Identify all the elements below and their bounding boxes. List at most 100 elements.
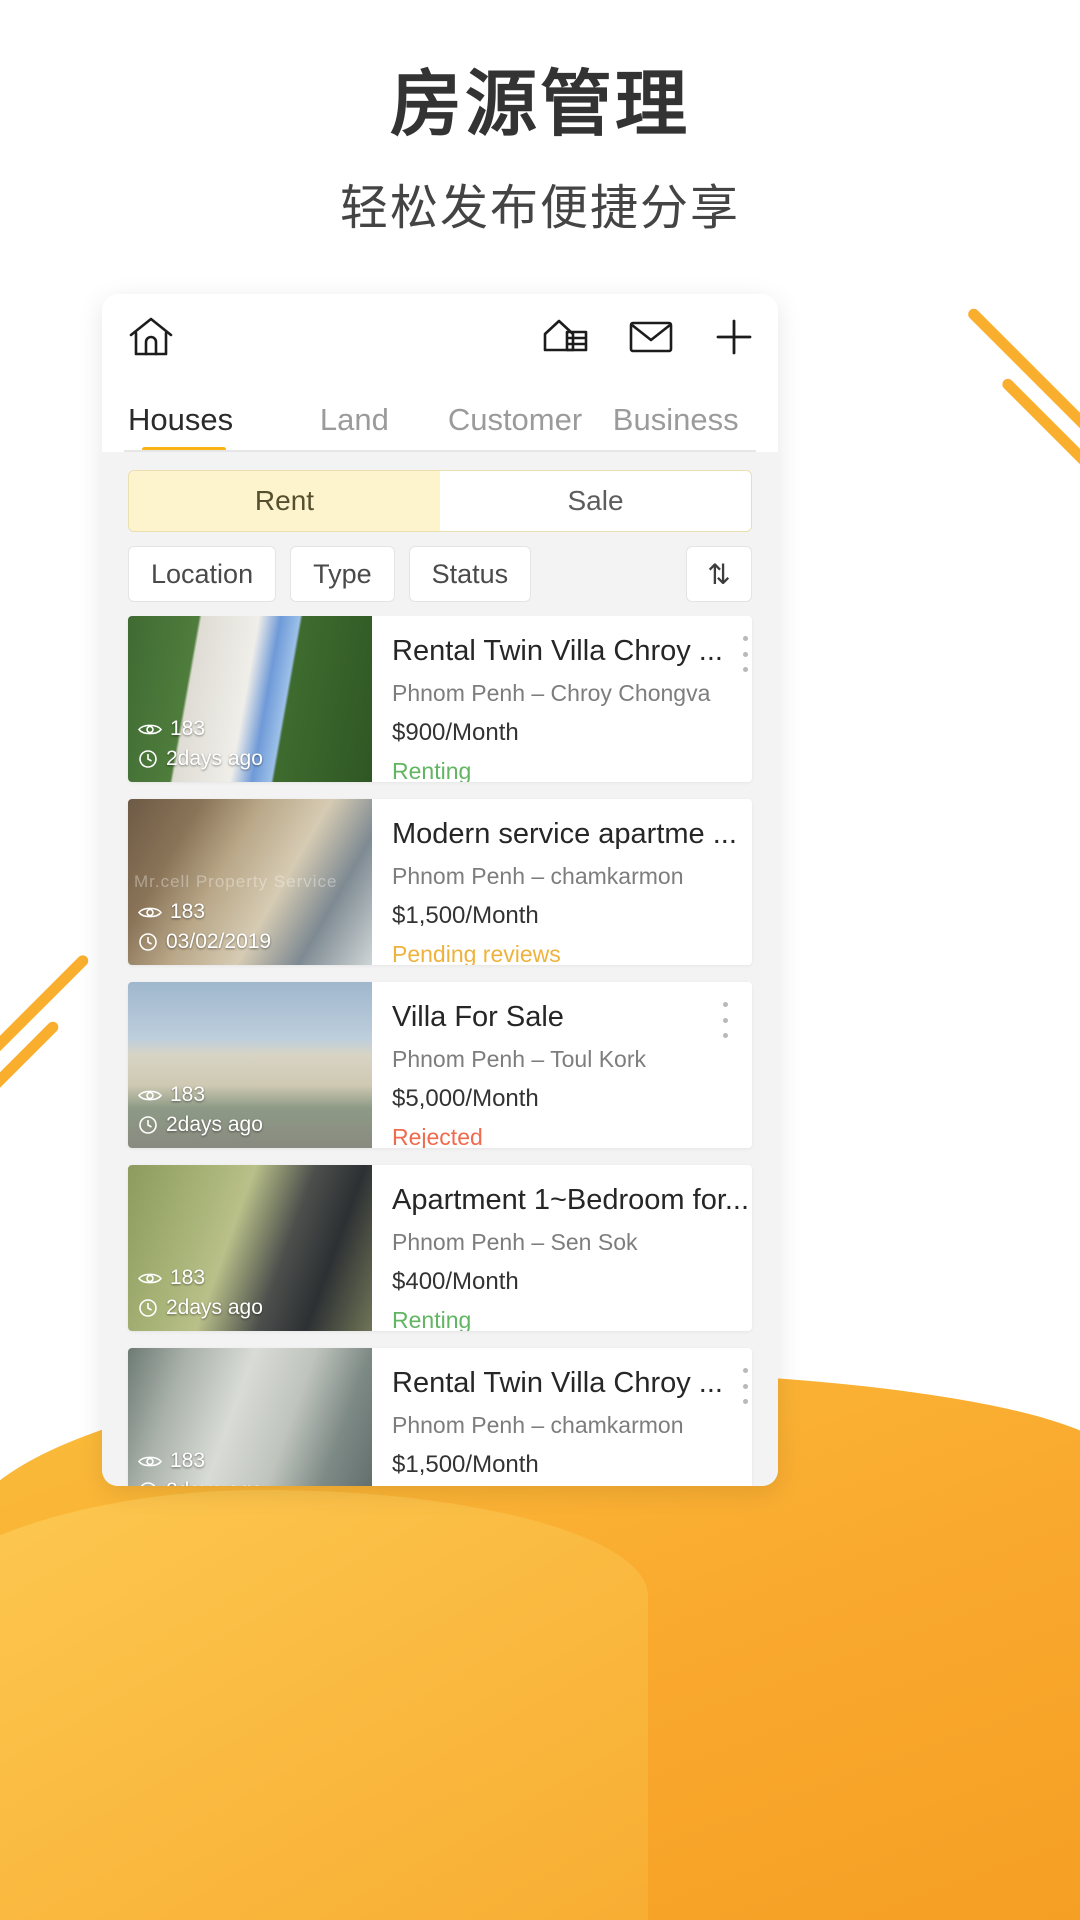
- clock-icon: [139, 750, 157, 768]
- listing-thumbnail: 183 2days ago: [128, 1165, 372, 1331]
- views-count: 183: [170, 1083, 206, 1107]
- time-ago: 2days ago: [166, 747, 263, 771]
- list-item[interactable]: 183 2days ago Rental Twin Villa Chroy ..…: [128, 1348, 752, 1486]
- home-icon[interactable]: [128, 315, 174, 359]
- main-tabs: Houses Land Customer Business: [102, 380, 778, 452]
- filter-type-label: Type: [313, 558, 372, 589]
- segment-rent-label: Rent: [254, 485, 315, 516]
- time-ago: 03/02/2019: [166, 930, 272, 954]
- tab-land[interactable]: Land: [274, 402, 435, 452]
- filter-bar: Location Type Status ⇅: [102, 532, 778, 616]
- segment-sale[interactable]: Sale: [440, 471, 751, 531]
- listing-location: Phnom Penh – chamkarmon: [392, 1412, 684, 1439]
- app-topbar: [102, 294, 778, 380]
- views-count: 183: [170, 717, 206, 741]
- listing-price: $900/Month: [392, 719, 519, 747]
- clock-icon: [140, 1482, 156, 1486]
- listing-thumbnail: 183 2days ago: [128, 1348, 372, 1486]
- time-row: 2days ago: [138, 1293, 263, 1323]
- clock-icon: [139, 1116, 157, 1134]
- clock-icon: [139, 933, 157, 951]
- filter-status-label: Status: [431, 558, 509, 589]
- decor-slash-right-1: [965, 306, 1080, 449]
- listing-more-options-icon[interactable]: [735, 1368, 752, 1404]
- list-item[interactable]: 183 2days ago Villa For Sale Phnom Penh …: [128, 982, 752, 1148]
- listing-status: Renting: [392, 758, 472, 782]
- listing-more-options-icon[interactable]: [714, 1002, 736, 1038]
- eye-icon: [138, 907, 162, 918]
- segmented-notch: [245, 471, 269, 472]
- list-item[interactable]: 183 2days ago Apartment 1~Bedroom for...…: [128, 1165, 752, 1331]
- listing-price: $400/Month: [392, 1268, 519, 1296]
- listing-title: Apartment 1~Bedroom for...: [392, 1184, 750, 1216]
- tab-houses[interactable]: Houses: [124, 402, 274, 452]
- eye-icon: [138, 1456, 162, 1467]
- eye-icon: [138, 724, 162, 735]
- tabs-divider: [124, 450, 756, 452]
- listing-overlay-meta: 183 2days ago: [138, 1080, 263, 1140]
- filter-type[interactable]: Type: [290, 546, 395, 602]
- segment-sale-label: Sale: [567, 485, 624, 516]
- clock-icon: [139, 1299, 157, 1317]
- listing-location: Phnom Penh – chamkarmon: [392, 863, 684, 890]
- listing-thumbnail: 183 2days ago: [128, 616, 372, 782]
- decor-slash-left-1: [0, 953, 91, 1074]
- time-ago: 2days ago: [166, 1476, 263, 1486]
- decor-slash-right-2: [1000, 376, 1080, 491]
- listing-watermark: Mr.cell Property Service: [134, 872, 338, 891]
- listing-location: Phnom Penh – Toul Kork: [392, 1046, 647, 1073]
- listing-price: $1,500/Month: [392, 902, 539, 930]
- decor-wave-front: [0, 1490, 648, 1920]
- sort-button-label: ⇅: [707, 558, 731, 590]
- time-row: 03/02/2019: [138, 927, 271, 957]
- listing-overlay-meta: 183 2days ago: [138, 1446, 263, 1486]
- tab-customer[interactable]: Customer: [435, 402, 596, 452]
- listing-location: Phnom Penh – Chroy Chongva: [392, 680, 711, 707]
- tab-business[interactable]: Business: [595, 402, 756, 452]
- eye-icon: [138, 1090, 162, 1101]
- time-row: 2days ago: [138, 1110, 263, 1140]
- sort-arrows-icon[interactable]: ⇅: [686, 546, 752, 602]
- listing-status: Pending reviews: [392, 941, 561, 965]
- list-item[interactable]: 183 2days ago Rental Twin Villa Chroy ..…: [128, 616, 752, 782]
- tab-customer-label: Customer: [447, 402, 583, 437]
- views-row: 183: [138, 1446, 263, 1476]
- views-count: 183: [170, 1449, 206, 1473]
- views-count: 183: [170, 1266, 206, 1290]
- listing-title: Modern service apartme ...: [392, 818, 737, 850]
- listing-location: Phnom Penh – Sen Sok: [392, 1229, 638, 1256]
- views-row: 183: [138, 1263, 263, 1293]
- listing-list[interactable]: 183 2days ago Rental Twin Villa Chroy ..…: [102, 616, 778, 1486]
- listing-title: Rental Twin Villa Chroy ...: [392, 635, 723, 667]
- envelope-icon[interactable]: [628, 318, 674, 356]
- views-row: 183: [138, 897, 271, 927]
- listing-status: Rejected: [392, 1124, 483, 1148]
- listing-more-options-icon[interactable]: [749, 819, 752, 855]
- listing-price: $5,000/Month: [392, 1085, 539, 1113]
- listing-status: Renting: [392, 1307, 472, 1331]
- listing-thumbnail: 183 2days ago: [128, 982, 372, 1148]
- rent-sale-segmented-wrap: Rent Sale: [102, 452, 778, 532]
- filter-location-label: Location: [151, 558, 254, 589]
- plus-icon[interactable]: [712, 315, 756, 359]
- views-count: 183: [170, 900, 206, 924]
- time-row: 2days ago: [138, 1476, 263, 1486]
- views-row: 183: [138, 714, 263, 744]
- tab-land-label: Land: [319, 402, 389, 437]
- list-item[interactable]: Mr.cell Property Service 183 03/02/2019 …: [128, 799, 752, 965]
- time-ago: 2days ago: [166, 1113, 263, 1137]
- tab-houses-label: Houses: [128, 402, 234, 437]
- listing-title: Villa For Sale: [392, 1001, 564, 1033]
- listing-more-options-icon[interactable]: [735, 636, 752, 672]
- segment-rent[interactable]: Rent: [129, 471, 440, 531]
- listing-thumbnail: Mr.cell Property Service 183 03/02/2019: [128, 799, 372, 965]
- hero-section: 房源管理 轻松发布便捷分享: [0, 0, 1080, 238]
- listing-price: $1,500/Month: [392, 1451, 539, 1479]
- listing-overlay-meta: 183 2days ago: [138, 714, 263, 774]
- filter-location[interactable]: Location: [128, 546, 277, 602]
- page-subtitle: 轻松发布便捷分享: [339, 182, 740, 236]
- filter-status[interactable]: Status: [408, 546, 532, 602]
- app-screenshot-card: Houses Land Customer Business Rent Sale …: [102, 294, 778, 1486]
- house-list-icon[interactable]: [542, 316, 590, 358]
- page-title: 房源管理: [389, 65, 690, 145]
